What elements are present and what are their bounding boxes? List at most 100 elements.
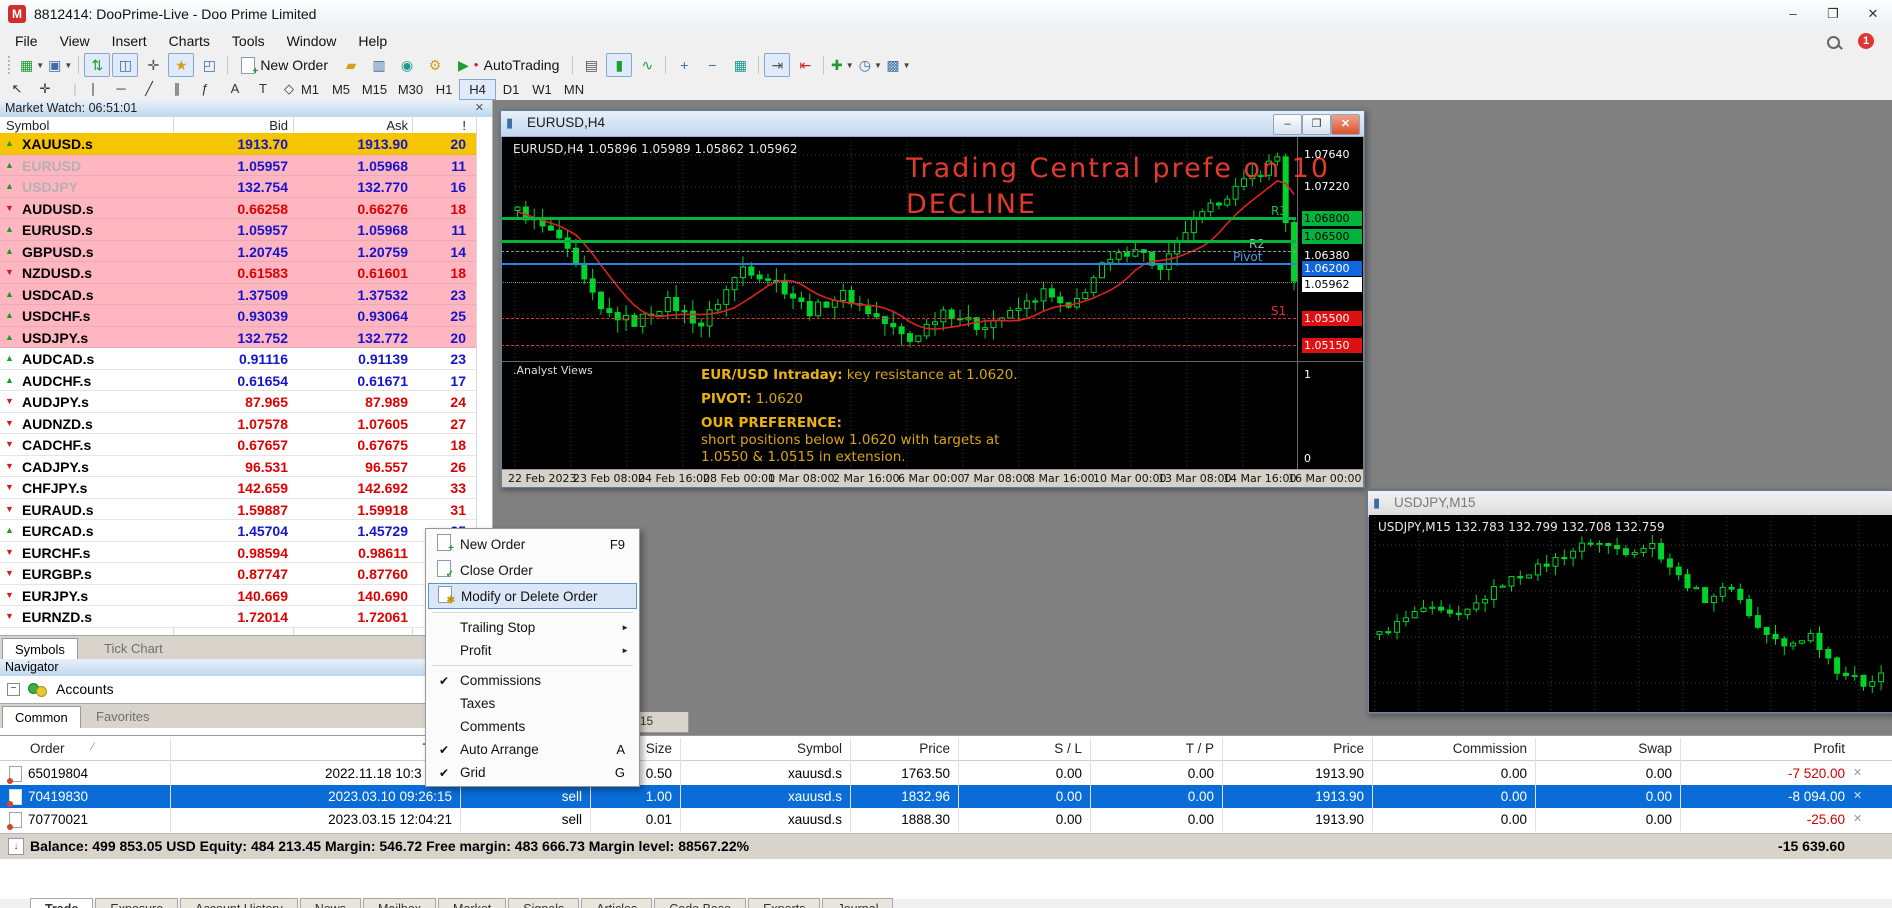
col-spread[interactable]: ! xyxy=(462,118,466,133)
market-watch-row-usdcad-s[interactable]: ▲USDCAD.s1.375091.3753223 xyxy=(0,284,476,306)
menu-tools[interactable]: Tools xyxy=(221,30,276,52)
market-watch-row-nzdusd-s[interactable]: ▼NZDUSD.s0.615830.6160118 xyxy=(0,262,476,284)
eurusd-window-titlebar[interactable]: ▮ EURUSD,H4 – ❐ ✕ xyxy=(501,111,1364,137)
tab-symbols[interactable]: Symbols xyxy=(2,638,78,660)
timeframe-m1[interactable]: M1 xyxy=(294,79,326,100)
terminal-tab-exposure[interactable]: Exposure xyxy=(95,898,178,908)
menu-file[interactable]: File xyxy=(4,30,49,52)
fibonacci-tool-icon[interactable]: ƒ xyxy=(192,79,218,98)
chart-restore-button[interactable]: ❐ xyxy=(1302,114,1331,135)
toolbar-handle[interactable] xyxy=(8,56,14,74)
webinar-button[interactable]: ◉ xyxy=(394,53,420,77)
chart-close-button[interactable]: ✕ xyxy=(1331,114,1360,135)
indicators-button[interactable]: ✚▼ xyxy=(829,53,855,77)
market-watch-row-eurnzd-s[interactable]: ▼EURNZD.s1.720141.7206147 xyxy=(0,606,476,628)
maximize-button[interactable]: ❐ xyxy=(1814,0,1852,28)
new-chart-button[interactable]: ▦▼ xyxy=(19,53,45,77)
market-watch-row-eurusd-s[interactable]: ▲EURUSD.s1.059571.0596811 xyxy=(0,219,476,241)
col-profit-11[interactable]: Profit xyxy=(1813,741,1845,756)
market-watch-button[interactable]: ◫ xyxy=(112,53,138,77)
timeframe-h4[interactable]: H4 xyxy=(459,79,496,100)
market-watch-row-usdjpy[interactable]: ▲USDJPY132.754132.77016 xyxy=(0,176,476,198)
order-row-70419830[interactable]: 704198302023.03.10 09:26:15sell1.00xauus… xyxy=(0,785,1892,808)
col-bid[interactable]: Bid xyxy=(269,118,288,133)
context-menu-item-commissions[interactable]: ✔Commissions xyxy=(428,669,637,692)
text-tool-icon[interactable]: A xyxy=(222,79,248,98)
bar-chart-button[interactable]: ▤ xyxy=(578,53,604,77)
market-watch-row-audnzd-s[interactable]: ▼AUDNZD.s1.075781.0760527 xyxy=(0,413,476,435)
context-menu-item-modify-or-delete-order[interactable]: ✱Modify or Delete Order xyxy=(428,583,637,609)
notification-badge[interactable]: 1 xyxy=(1858,33,1874,49)
context-menu-item-close-order[interactable]: ✓Close Order xyxy=(428,557,637,583)
profiles-button[interactable]: ▣▼ xyxy=(47,53,73,77)
col-swap-10[interactable]: Swap xyxy=(1638,741,1672,756)
crosshair-button[interactable]: ✛ xyxy=(140,53,166,77)
cursor-tool-icon[interactable]: ↖ xyxy=(4,79,30,98)
tree-expander-icon[interactable]: − xyxy=(7,683,20,696)
timeframe-m30[interactable]: M30 xyxy=(392,79,429,100)
context-menu-item-taxes[interactable]: Taxes xyxy=(428,692,637,715)
zoom-out-button[interactable]: − xyxy=(699,53,725,77)
periods-button[interactable]: ◷▼ xyxy=(857,53,883,77)
terminal-tab-mailbox[interactable]: Mailbox xyxy=(363,898,436,908)
col-commission-9[interactable]: Commission xyxy=(1453,741,1527,756)
market-watch-row-usdchf-s[interactable]: ▲USDCHF.s0.930390.9306425 xyxy=(0,305,476,327)
trendline-tool-icon[interactable]: ╱ xyxy=(136,79,162,98)
market-watch-row-audjpy-s[interactable]: ▼AUDJPY.s87.96587.98924 xyxy=(0,391,476,413)
terminal-tab-experts[interactable]: Experts xyxy=(748,898,820,908)
timeframe-w1[interactable]: W1 xyxy=(526,79,558,100)
ea-settings-button[interactable]: ⚙ xyxy=(422,53,448,77)
col-s-l-6[interactable]: S / L xyxy=(1054,741,1082,756)
market-watch-close-icon[interactable]: ✕ xyxy=(475,101,484,114)
market-watch-row-audusd-s[interactable]: ▼AUDUSD.s0.662580.6627618 xyxy=(0,198,476,220)
context-menu-item-grid[interactable]: ✔GridG xyxy=(428,761,637,784)
market-watch-row-eurjpy-s[interactable]: ▼EURJPY.s140.669140.69021 xyxy=(0,585,476,607)
terminal-tab-account-history[interactable]: Account History xyxy=(180,898,298,908)
timeframe-mn[interactable]: MN xyxy=(557,79,591,100)
terminal-tab-signals[interactable]: Signals xyxy=(508,898,579,908)
market-watch-row-audchf-s[interactable]: ▲AUDCHF.s0.616540.6167117 xyxy=(0,370,476,392)
tab-common[interactable]: Common xyxy=(2,706,81,728)
col-ask[interactable]: Ask xyxy=(386,118,408,133)
col-symbol-4[interactable]: Symbol xyxy=(797,741,842,756)
terminal-tab-trade[interactable]: Trade xyxy=(30,898,93,908)
search-icon[interactable] xyxy=(1827,36,1840,49)
timeframe-h1[interactable]: H1 xyxy=(428,79,460,100)
timeframe-m5[interactable]: M5 xyxy=(325,79,357,100)
vertical-line-tool-icon[interactable]: ∣ xyxy=(80,79,106,98)
autotrading-button[interactable]: ▶●AutoTrading xyxy=(450,53,567,77)
timeframe-d1[interactable]: D1 xyxy=(495,79,527,100)
market-watch-row-cadjpy-s[interactable]: ▼CADJPY.s96.53196.55726 xyxy=(0,456,476,478)
terminal-tab-articles[interactable]: Articles xyxy=(581,898,652,908)
menu-window[interactable]: Window xyxy=(276,30,348,52)
templates-button[interactable]: ▩▼ xyxy=(885,53,911,77)
col-price-5[interactable]: Price xyxy=(919,741,950,756)
menu-charts[interactable]: Charts xyxy=(158,30,221,52)
market-watch-row-eurgbp-s[interactable]: ▼EURGBP.s0.877470.8776013 xyxy=(0,563,476,585)
market-watch-row-eurusd[interactable]: ▲EURUSD1.059571.0596811 xyxy=(0,155,476,177)
menu-view[interactable]: View xyxy=(49,30,101,52)
line-chart-button[interactable]: ∿ xyxy=(634,53,660,77)
usdjpy-window-titlebar[interactable]: ▮ USDJPY,M15 xyxy=(1368,491,1892,517)
tick-button[interactable]: ⇅ xyxy=(84,53,110,77)
subwindow-divider[interactable] xyxy=(502,361,1363,362)
channel-tool-icon[interactable]: ∥ xyxy=(164,79,190,98)
chart-minimize-button[interactable]: – xyxy=(1273,114,1302,135)
market-watch-row-gbpusd-s[interactable]: ▲GBPUSD.s1.207451.2075914 xyxy=(0,241,476,263)
navigator-accounts-node[interactable]: − Accounts xyxy=(0,679,492,699)
col-price-8[interactable]: Price xyxy=(1333,741,1364,756)
close-order-icon[interactable]: ✕ xyxy=(1853,789,1862,802)
timeframe-m15[interactable]: M15 xyxy=(356,79,393,100)
col-t-p-7[interactable]: T / P xyxy=(1186,741,1214,756)
context-menu-item-comments[interactable]: Comments xyxy=(428,715,637,738)
close-order-icon[interactable]: ✕ xyxy=(1853,766,1862,779)
favorites-button[interactable]: ★ xyxy=(168,53,194,77)
terminal-button[interactable]: ▥ xyxy=(366,53,392,77)
horizontal-line-tool-icon[interactable]: ─ xyxy=(108,79,134,98)
crosshair-tool-icon[interactable]: ✛ xyxy=(32,79,58,98)
tile-windows-button[interactable]: ▦ xyxy=(727,53,753,77)
col-size-3[interactable]: Size xyxy=(646,741,672,756)
market-watch-row-cadchf-s[interactable]: ▼CADCHF.s0.676570.6767518 xyxy=(0,434,476,456)
order-row-70770021[interactable]: 707700212023.03.15 12:04:21sell0.01xauus… xyxy=(0,808,1892,831)
deposit-button[interactable]: ▰ xyxy=(338,53,364,77)
